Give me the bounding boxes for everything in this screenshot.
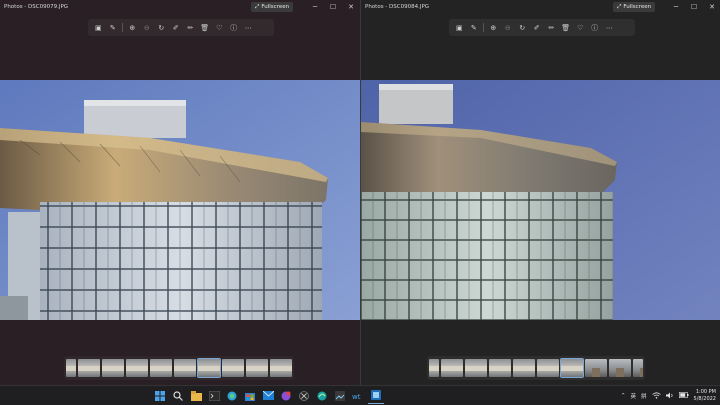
gallery-icon[interactable]: ▣ (91, 21, 106, 35)
toolbar-divider (122, 23, 123, 32)
window-controls: ─ ☐ ✕ (667, 0, 720, 14)
terminal-icon[interactable] (206, 388, 222, 404)
filmstrip (64, 356, 294, 380)
draw-icon[interactable]: ✏ (183, 21, 198, 35)
minimize-icon[interactable]: ─ (306, 0, 324, 14)
edit-image-icon[interactable]: ✎ (467, 21, 482, 35)
thumbnail[interactable] (609, 359, 631, 377)
clock-date: 5/8/2022 (693, 396, 716, 402)
thumbnail-selected[interactable] (559, 357, 585, 379)
favorite-icon[interactable]: ♡ (573, 21, 588, 35)
close-icon[interactable]: ✕ (703, 0, 720, 14)
thumbnail[interactable] (465, 359, 487, 377)
xbox-icon[interactable] (296, 388, 312, 404)
thumbnail[interactable] (150, 359, 172, 377)
thumbnail[interactable] (222, 359, 244, 377)
thumbnail[interactable] (513, 359, 535, 377)
fullscreen-label: Fullscreen (623, 4, 652, 10)
clock[interactable]: 1:00 PM 5/8/2022 (694, 389, 716, 403)
photos-window-right: Photos - DSC09084.JPG ⤢ Fullscreen ─ ☐ ✕… (360, 0, 720, 385)
photo-viewer[interactable] (0, 80, 360, 320)
rotate-icon[interactable]: ↻ (154, 21, 169, 35)
mail-icon[interactable] (260, 388, 276, 404)
toolbar-divider (483, 23, 484, 32)
fullscreen-label: Fullscreen (261, 4, 290, 10)
image-toolbar: ▣ ✎ ⊕ ⊖ ↻ ✐ ✏ 🗑︎ ♡ ⓘ ⋯ (88, 19, 274, 36)
favorite-icon[interactable]: ♡ (212, 21, 227, 35)
maximize-icon[interactable]: ☐ (685, 0, 703, 14)
visual-studio-code-icon[interactable]: wt (350, 388, 366, 404)
building-photo (0, 80, 360, 320)
maximize-icon[interactable]: ☐ (324, 0, 342, 14)
thumbnail[interactable] (585, 359, 607, 377)
more-icon[interactable]: ⋯ (241, 21, 256, 35)
thumbnail[interactable] (633, 359, 643, 377)
filmstrip (427, 356, 645, 380)
store-icon[interactable] (242, 388, 258, 404)
minimize-icon[interactable]: ─ (667, 0, 685, 14)
thumbnail[interactable] (270, 359, 292, 377)
notifications-app-icon[interactable] (278, 388, 294, 404)
photo-viewer[interactable] (361, 80, 720, 320)
photos-window-left: Photos - DSC09079.JPG ⤢ Fullscreen ─ ☐ ✕… (0, 0, 360, 385)
window-title: Photos - DSC09084.JPG (365, 4, 430, 10)
edge-browser-icon[interactable] (314, 388, 330, 404)
desktop: Photos - DSC09079.JPG ⤢ Fullscreen ─ ☐ ✕… (0, 0, 720, 405)
image-toolbar: ▣ ✎ ⊕ ⊖ ↻ ✐ ✏ 🗑︎ ♡ ⓘ ⋯ (449, 19, 635, 36)
thumbnail[interactable] (78, 359, 100, 377)
rotate-icon[interactable]: ↻ (515, 21, 530, 35)
clock-time: 1:00 PM (695, 389, 716, 395)
thumbnail[interactable] (102, 359, 124, 377)
fullscreen-button[interactable]: ⤢ Fullscreen (613, 2, 656, 12)
fullscreen-button[interactable]: ⤢ Fullscreen (251, 2, 294, 12)
close-icon[interactable]: ✕ (342, 0, 360, 14)
edit-image-icon[interactable]: ✎ (106, 21, 121, 35)
ime-mode[interactable]: 拼 (641, 392, 647, 400)
search-icon[interactable] (170, 388, 186, 404)
building-photo (361, 80, 720, 320)
photos-active-icon[interactable] (368, 388, 384, 404)
info-icon[interactable]: ⓘ (588, 21, 603, 35)
thumbnail[interactable] (246, 359, 268, 377)
thumbnail[interactable] (66, 359, 76, 377)
photos-app-icon[interactable] (332, 388, 348, 404)
thumbnail-selected[interactable] (196, 357, 222, 379)
fullscreen-icon: ⤢ (255, 3, 260, 10)
info-icon[interactable]: ⓘ (227, 21, 242, 35)
ime-language[interactable]: 英 (631, 392, 637, 400)
more-icon[interactable]: ⋯ (602, 21, 617, 35)
window-controls: ─ ☐ ✕ (306, 0, 360, 14)
thumbnail[interactable] (174, 359, 196, 377)
system-tray: ⌃ 英 拼 1:00 PM 5/8/2022 (621, 386, 716, 405)
thumbnail[interactable] (489, 359, 511, 377)
window-title: Photos - DSC09079.JPG (4, 4, 69, 10)
gallery-icon[interactable]: ▣ (452, 21, 467, 35)
thumbnail[interactable] (126, 359, 148, 377)
thumbnail[interactable] (429, 359, 439, 377)
zoom-out-icon[interactable]: ⊖ (140, 21, 155, 35)
delete-icon[interactable]: 🗑︎ (559, 21, 574, 35)
draw-icon[interactable]: ✏ (544, 21, 559, 35)
svg-text:wt: wt (352, 393, 361, 401)
battery-icon[interactable] (678, 392, 689, 400)
edit-icon[interactable]: ✐ (530, 21, 545, 35)
volume-icon[interactable] (665, 392, 674, 401)
delete-icon[interactable]: 🗑︎ (198, 21, 213, 35)
zoom-out-icon[interactable]: ⊖ (501, 21, 516, 35)
edit-icon[interactable]: ✐ (169, 21, 184, 35)
file-explorer-icon[interactable] (188, 388, 204, 404)
wifi-icon[interactable] (651, 391, 661, 401)
edge-icon[interactable] (224, 388, 240, 404)
chevron-up-icon[interactable]: ⌃ (621, 393, 626, 399)
windows-start-icon[interactable] (152, 388, 168, 404)
zoom-in-icon[interactable]: ⊕ (486, 21, 501, 35)
fullscreen-icon: ⤢ (617, 3, 622, 10)
thumbnail[interactable] (537, 359, 559, 377)
thumbnail[interactable] (441, 359, 463, 377)
zoom-in-icon[interactable]: ⊕ (125, 21, 140, 35)
taskbar: wt ⌃ 英 拼 1:00 PM 5/8/2022 (0, 385, 720, 405)
